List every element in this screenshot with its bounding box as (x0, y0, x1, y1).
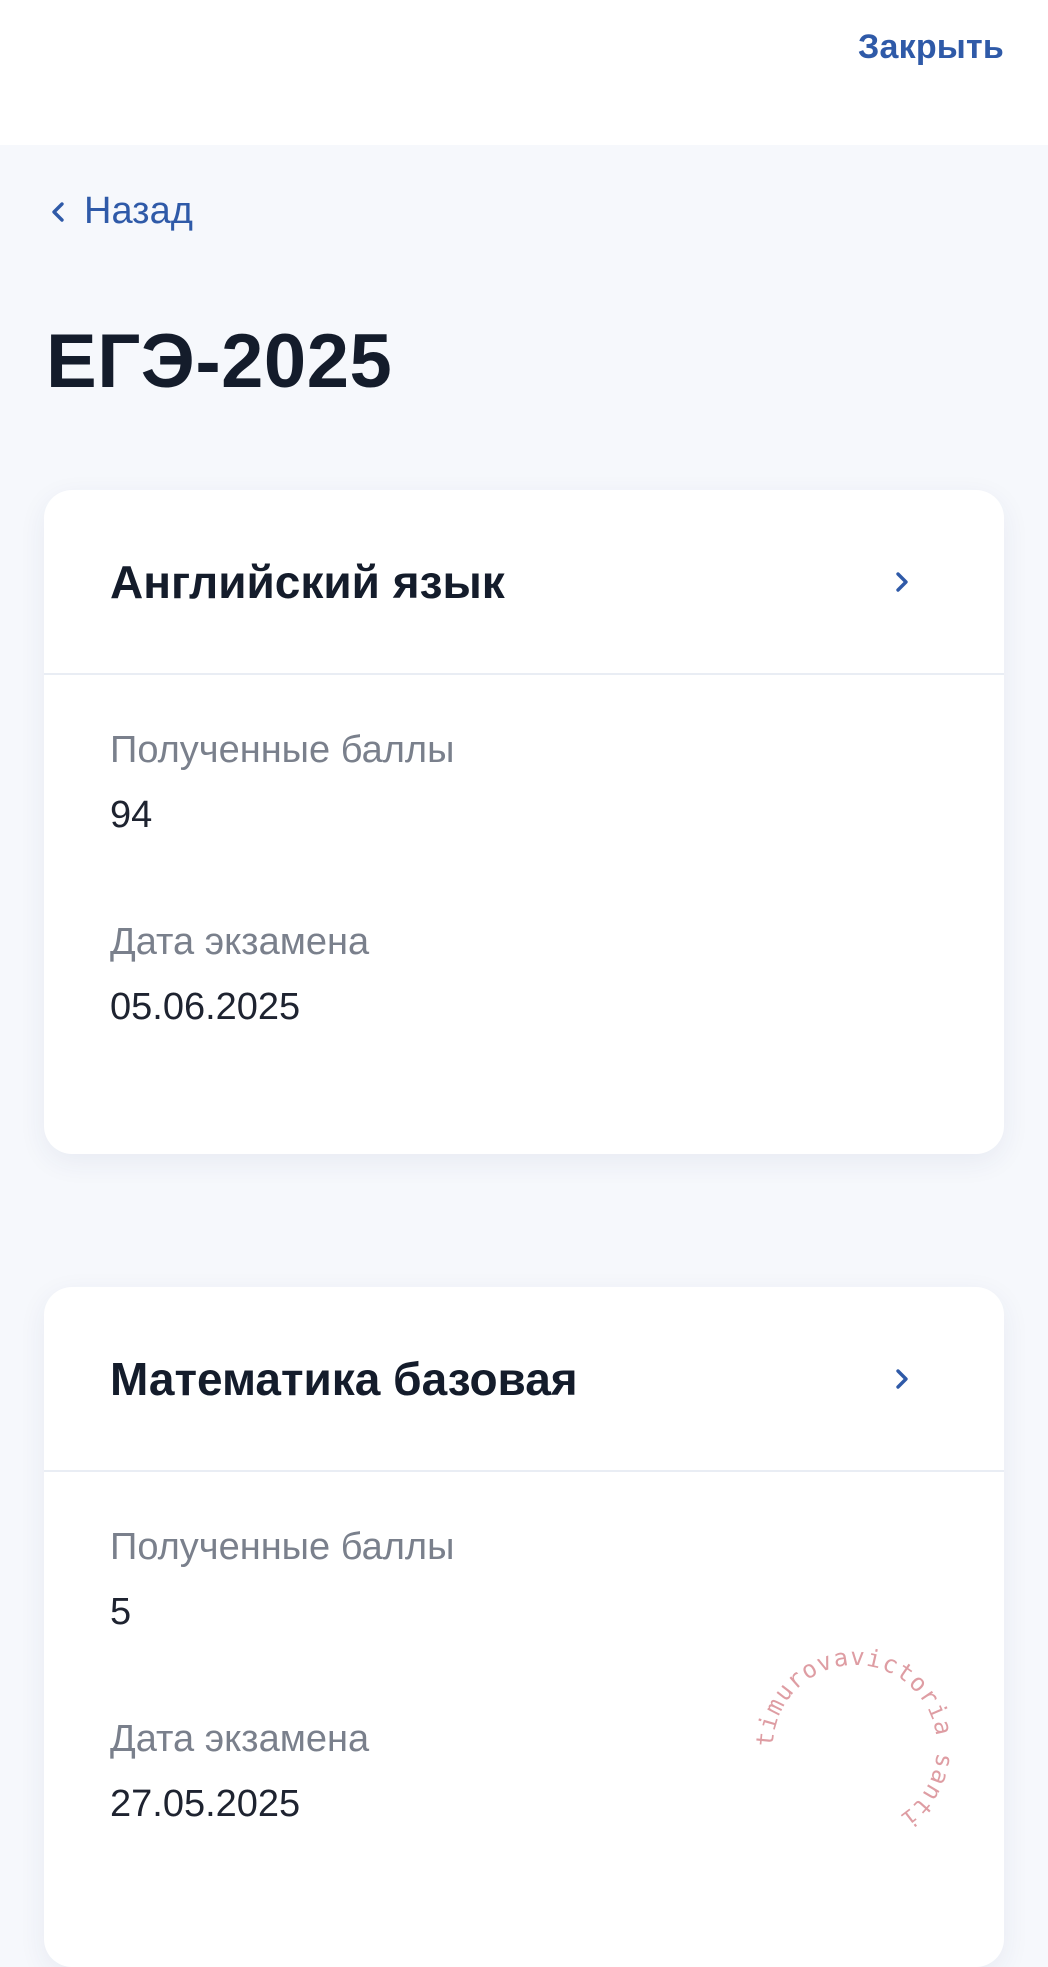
chevron-right-icon (896, 1368, 908, 1389)
exam-card-math: Математика базовая Полученные баллы 5 Да… (44, 1287, 1004, 1967)
exam-subject: Математика базовая (110, 1352, 578, 1405)
exam-subject: Английский язык (110, 555, 505, 608)
score-value: 94 (110, 794, 153, 836)
date-value: 05.06.2025 (110, 986, 301, 1028)
svg-text:timurovavictoria santi: timurovavictoria santi (751, 1643, 959, 1834)
exam-card-body: Полученные баллы 94 Дата экзамена 05.06.… (44, 675, 1004, 1029)
watermark-stamp: timurovavictoria santi (751, 1643, 959, 1834)
exam-card-header[interactable]: Английский язык (44, 490, 1004, 675)
date-label: Дата экзамена (110, 921, 370, 963)
exam-card-english: Английский язык Полученные баллы 94 Дата… (44, 490, 1004, 1154)
score-label: Полученные баллы (110, 1526, 455, 1568)
score-value: 5 (110, 1591, 132, 1633)
watermark-text: timurovavictoria santi (751, 1643, 958, 1834)
chevron-right-icon (896, 571, 908, 592)
page-title: ЕГЭ-2025 (46, 319, 393, 404)
chevron-left-icon (52, 201, 64, 222)
back-button[interactable]: Назад (42, 190, 193, 233)
exam-card-header[interactable]: Математика базовая (44, 1287, 1004, 1472)
back-label: Назад (84, 190, 193, 232)
top-bar: Закрыть (0, 0, 1048, 145)
close-button[interactable]: Закрыть (858, 28, 1004, 67)
score-label: Полученные баллы (110, 729, 455, 771)
